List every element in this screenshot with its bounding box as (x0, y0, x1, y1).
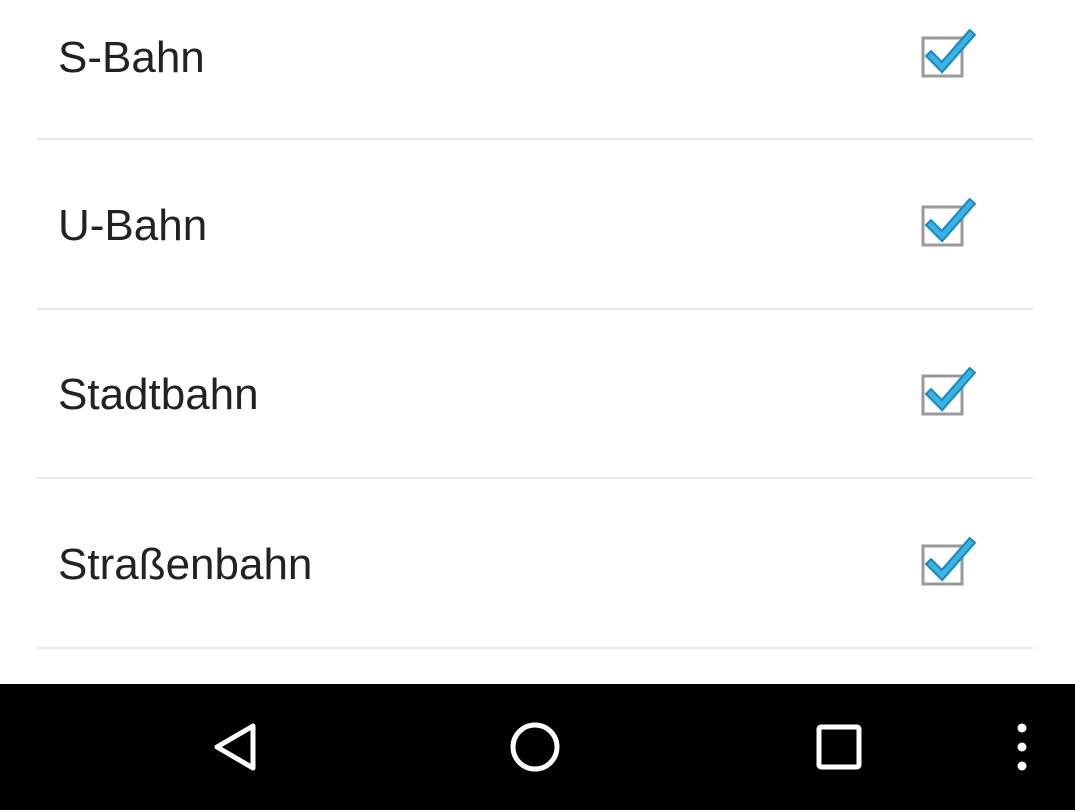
recents-button[interactable] (784, 684, 894, 810)
list-item-u-bahn[interactable]: U-Bahn (0, 141, 1075, 310)
list-item-stadtbahn[interactable]: Stadtbahn (0, 310, 1075, 479)
settings-list: S-Bahn U-Bahn Stadtbahn Straßenbahn (0, 0, 1075, 684)
list-item-label: U-Bahn (58, 201, 208, 250)
home-icon (510, 722, 560, 772)
overflow-menu-button[interactable] (990, 684, 1054, 810)
divider (37, 647, 1033, 649)
divider (37, 138, 1033, 140)
list-item-s-bahn[interactable]: S-Bahn (0, 0, 1075, 140)
home-button[interactable] (480, 684, 590, 810)
checkbox-s-bahn[interactable] (918, 29, 978, 81)
back-icon (214, 723, 256, 771)
list-item-label: Straßenbahn (58, 540, 313, 589)
navigation-bar (0, 684, 1075, 810)
recents-icon (816, 724, 862, 770)
overflow-menu-icon (1017, 723, 1027, 771)
list-item-label: S-Bahn (58, 33, 205, 82)
list-item-strassenbahn[interactable]: Straßenbahn (0, 479, 1075, 649)
checkbox-u-bahn[interactable] (918, 198, 978, 250)
screen: S-Bahn U-Bahn Stadtbahn Straßenbahn (0, 0, 1075, 810)
back-button[interactable] (180, 684, 290, 810)
checkbox-stadtbahn[interactable] (918, 367, 978, 419)
checkbox-strassenbahn[interactable] (918, 537, 978, 589)
list-item-label: Stadtbahn (58, 370, 259, 419)
